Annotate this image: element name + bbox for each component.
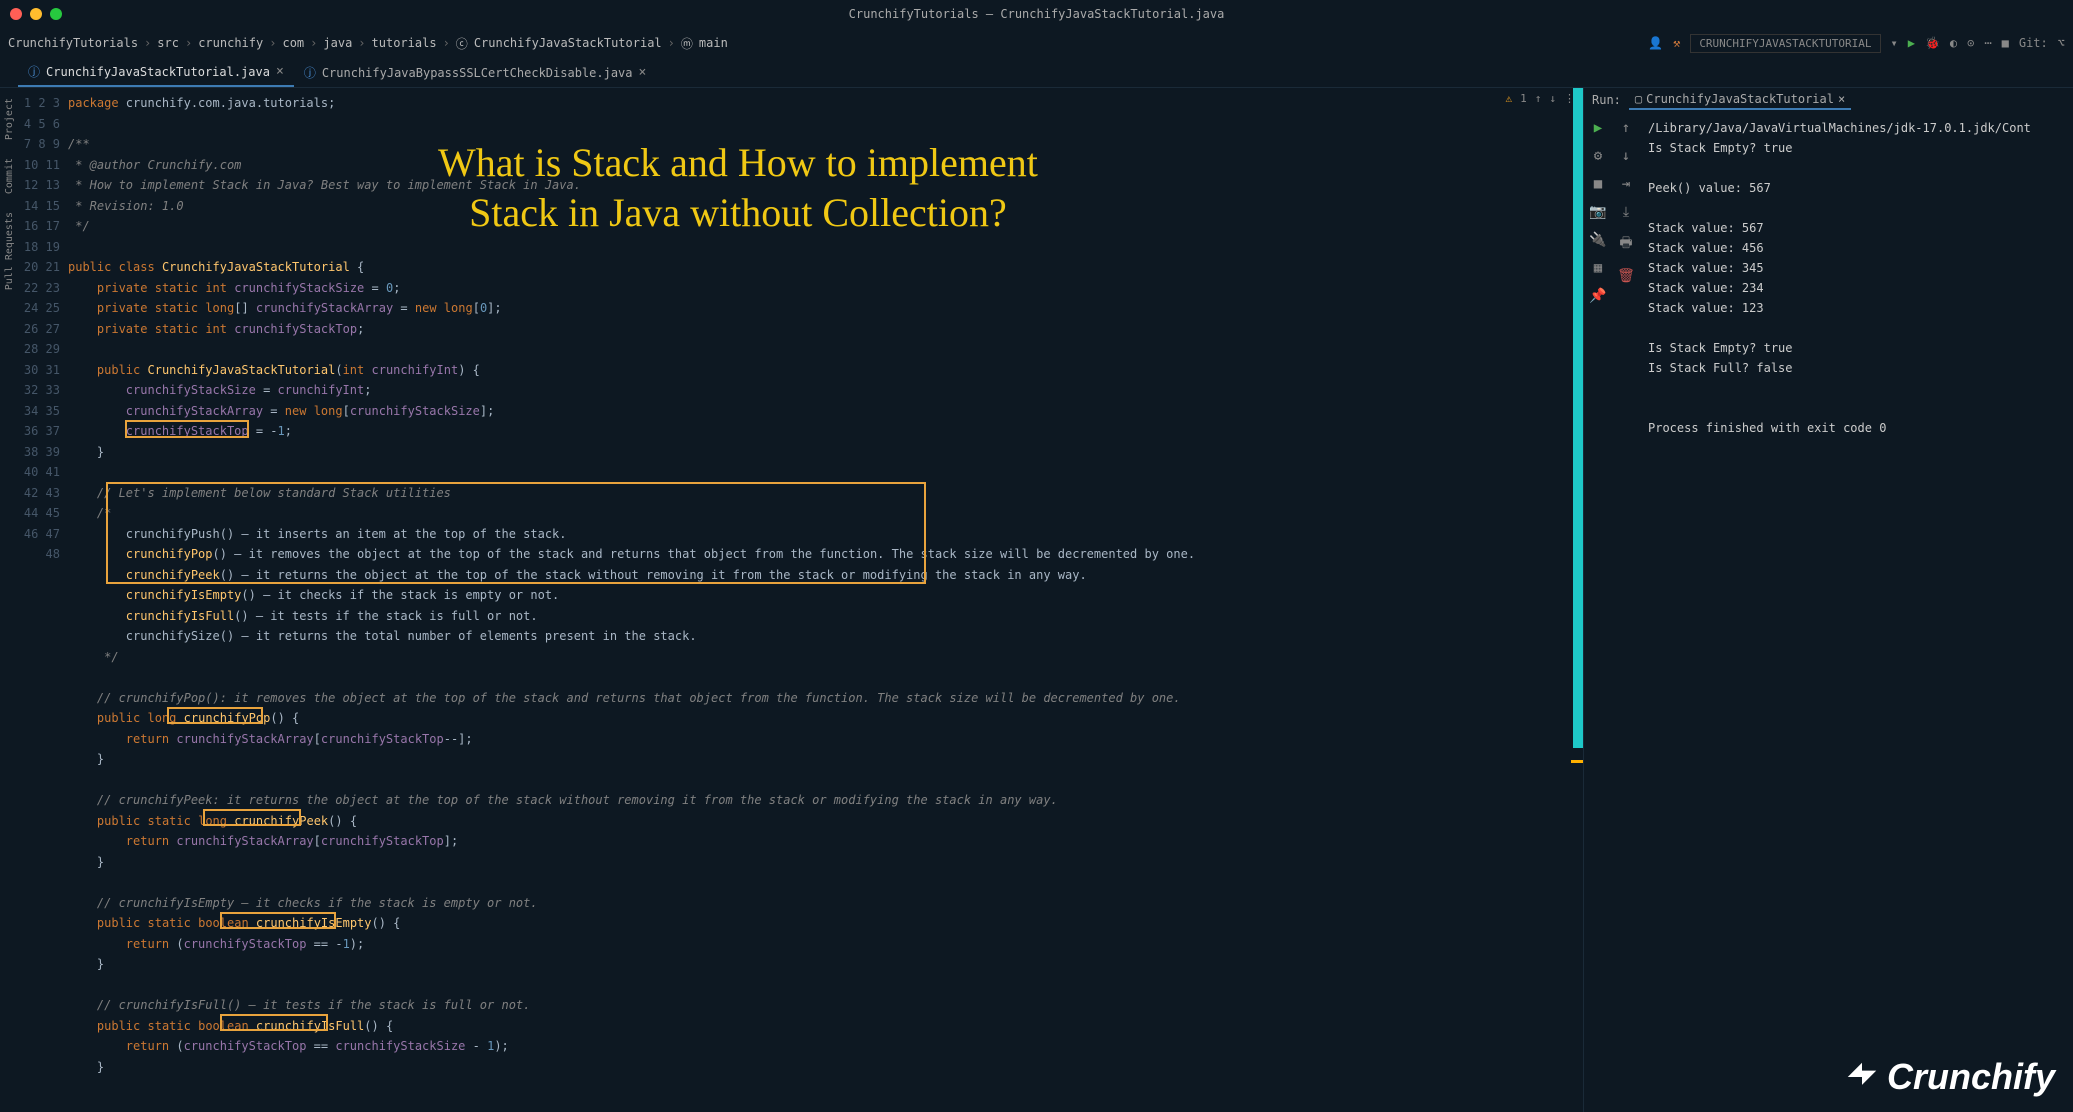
- pull-requests-tool[interactable]: Pull Requests: [4, 212, 15, 290]
- run-label: Run:: [1592, 93, 1621, 107]
- build-icon[interactable]: ⚒: [1673, 36, 1680, 50]
- dump-threads-icon[interactable]: 📷: [1589, 204, 1606, 220]
- run-config-dropdown[interactable]: CRUNCHIFYJAVASTACKTUTORIAL: [1690, 34, 1880, 53]
- up-stack-icon[interactable]: ↑: [1622, 120, 1630, 136]
- tab-label: CrunchifyJavaStackTutorial.java: [46, 65, 270, 79]
- pin-icon[interactable]: 📌: [1589, 288, 1606, 304]
- close-run-tab-icon[interactable]: ×: [1838, 92, 1845, 106]
- run-panel: Run: ▢ CrunchifyJavaStackTutorial × ▶ ⚙ …: [1583, 88, 2073, 1112]
- run-settings-icon[interactable]: ⚙: [1594, 148, 1602, 164]
- scrollbar-warning-mark[interactable]: [1571, 760, 1583, 763]
- soft-wrap-icon[interactable]: ⇥: [1622, 176, 1630, 192]
- console-output[interactable]: /Library/Java/JavaVirtualMachines/jdk-17…: [1640, 112, 2073, 1112]
- close-tab-icon[interactable]: ×: [639, 65, 647, 80]
- breadcrumb-item[interactable]: java: [323, 36, 352, 50]
- tab-ssl-bypass[interactable]: ⓙ CrunchifyJavaBypassSSLCertCheckDisable…: [294, 59, 657, 86]
- breadcrumb-item[interactable]: CrunchifyJavaStackTutorial: [474, 36, 662, 50]
- git-label: Git:: [2019, 36, 2048, 50]
- titlebar: CrunchifyTutorials – CrunchifyJavaStackT…: [0, 0, 2073, 28]
- run-tab[interactable]: ▢ CrunchifyJavaStackTutorial ×: [1629, 90, 1851, 110]
- window-controls: [10, 8, 62, 20]
- java-file-icon: ⓙ: [28, 63, 40, 80]
- profile-button[interactable]: ⊙: [1967, 36, 1974, 50]
- close-window-button[interactable]: [10, 8, 22, 20]
- dropdown-arrow-icon[interactable]: ▾: [1891, 36, 1898, 50]
- stop-run-button[interactable]: ■: [1594, 176, 1602, 192]
- code-area[interactable]: package crunchify.com.java.tutorials; /*…: [68, 88, 1583, 1112]
- breadcrumb-item[interactable]: com: [282, 36, 304, 50]
- minimize-window-button[interactable]: [30, 8, 42, 20]
- exit-icon[interactable]: 🔌: [1589, 232, 1606, 248]
- breadcrumbs: CrunchifyTutorials› src› crunchify› com›…: [8, 35, 728, 52]
- toolbar-row: CrunchifyTutorials› src› crunchify› com›…: [0, 28, 2073, 58]
- breadcrumb-item[interactable]: tutorials: [372, 36, 437, 50]
- crunchify-logo: Crunchify: [1843, 1056, 2055, 1098]
- overlay-title: What is Stack and How to implement Stack…: [438, 138, 1038, 238]
- run-tab-label: CrunchifyJavaStackTutorial: [1646, 92, 1834, 106]
- breadcrumb-item[interactable]: main: [699, 36, 728, 50]
- prev-highlight-icon[interactable]: ↑: [1535, 92, 1542, 105]
- git-branch-icon[interactable]: ⌥: [2058, 36, 2065, 50]
- method-icon: ⓜ: [681, 35, 693, 52]
- run-button[interactable]: ▶: [1908, 36, 1915, 50]
- line-gutter: 1 2 3 4 5 6 7 8 9 10 11 12 13 14 15 16 1…: [18, 88, 68, 1112]
- run-body: ▶ ⚙ ■ 📷 🔌 ▦ 📌 ↑ ↓ ⇥ ⤓ 🖶 🗑 /Library/Java/…: [1584, 112, 2073, 1112]
- logo-icon: [1843, 1058, 1881, 1096]
- project-tool[interactable]: Project: [4, 98, 15, 140]
- console-actions-rail: ↑ ↓ ⇥ ⤓ 🖶 🗑: [1612, 112, 1640, 1112]
- editor[interactable]: 1 2 3 4 5 6 7 8 9 10 11 12 13 14 15 16 1…: [18, 88, 1583, 1112]
- warning-icon: ⚠: [1506, 92, 1513, 105]
- coverage-button[interactable]: ◐: [1950, 36, 1957, 50]
- maximize-window-button[interactable]: [50, 8, 62, 20]
- main-area: Project Commit Pull Requests 1 2 3 4 5 6…: [0, 88, 2073, 1112]
- rerun-button[interactable]: ▶: [1594, 120, 1602, 136]
- run-config-icon: ▢: [1635, 92, 1642, 106]
- tab-label: CrunchifyJavaBypassSSLCertCheckDisable.j…: [322, 66, 633, 80]
- more-button[interactable]: ⋯: [1984, 36, 1991, 50]
- scroll-end-icon[interactable]: ⤓: [1623, 204, 1629, 220]
- breadcrumb-item[interactable]: crunchify: [198, 36, 263, 50]
- breadcrumb-item[interactable]: CrunchifyTutorials: [8, 36, 138, 50]
- tab-crunchify-stack[interactable]: ⓙ CrunchifyJavaStackTutorial.java ×: [18, 58, 294, 87]
- stop-button[interactable]: ■: [2002, 36, 2009, 50]
- commit-tool[interactable]: Commit: [4, 158, 15, 194]
- java-file-icon: ⓙ: [304, 64, 316, 81]
- logo-text: Crunchify: [1887, 1056, 2055, 1098]
- user-icon[interactable]: 👤: [1648, 36, 1663, 50]
- next-highlight-icon[interactable]: ↓: [1549, 92, 1556, 105]
- warning-count: 1: [1520, 92, 1527, 105]
- editor-inspection-widget[interactable]: ⚠ 1 ↑ ↓ ⋮: [1506, 92, 1576, 105]
- scrollbar-marker-strip[interactable]: [1573, 88, 1583, 748]
- editor-tabs: ⓙ CrunchifyJavaStackTutorial.java × ⓙ Cr…: [0, 58, 2073, 88]
- right-toolbar: 👤 ⚒ CRUNCHIFYJAVASTACKTUTORIAL ▾ ▶ 🐞 ◐ ⊙…: [1648, 34, 2065, 53]
- breadcrumb-item[interactable]: src: [157, 36, 179, 50]
- run-panel-header: Run: ▢ CrunchifyJavaStackTutorial ×: [1584, 88, 2073, 112]
- close-tab-icon[interactable]: ×: [276, 64, 284, 79]
- run-actions-rail: ▶ ⚙ ■ 📷 🔌 ▦ 📌: [1584, 112, 1612, 1112]
- window-title: CrunchifyTutorials – CrunchifyJavaStackT…: [849, 7, 1225, 21]
- clear-icon[interactable]: 🗑: [1617, 268, 1635, 284]
- print-icon[interactable]: 🖶: [1619, 232, 1632, 256]
- class-icon: ⓒ: [456, 35, 468, 52]
- down-stack-icon[interactable]: ↓: [1622, 148, 1630, 164]
- left-tool-rail: Project Commit Pull Requests: [0, 88, 18, 1112]
- debug-button[interactable]: 🐞: [1925, 36, 1940, 50]
- layout-icon[interactable]: ▦: [1594, 260, 1602, 276]
